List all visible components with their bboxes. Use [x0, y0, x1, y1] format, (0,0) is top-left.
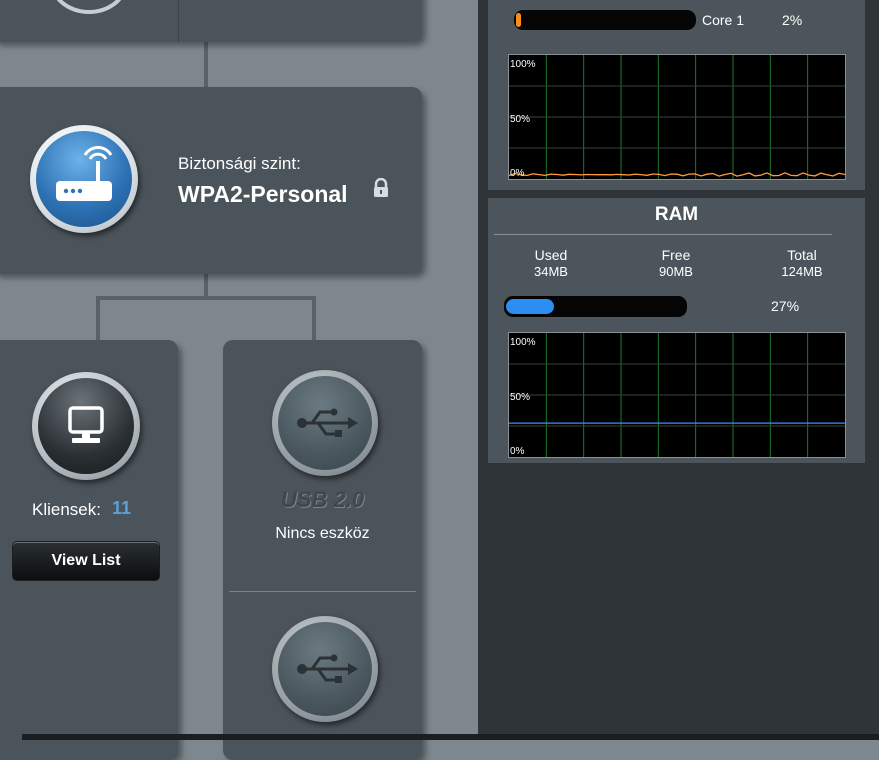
ram-free-label: Free [661, 247, 691, 263]
security-value: WPA2-Personal [178, 181, 348, 207]
cpu-graph-label-0: 0% [510, 168, 525, 179]
usb-port2-icon[interactable] [272, 616, 378, 722]
cpu-graph: 100% 50% 0% [508, 54, 846, 180]
ram-total-value: 124MB [781, 264, 823, 279]
ram-title-divider [494, 234, 832, 235]
router-icon[interactable] [30, 125, 138, 233]
ram-graph: 100% 50% 0% [508, 332, 846, 458]
divider [178, 0, 179, 42]
security-panel[interactable]: Biztonsági szint: WPA2-Personal [0, 87, 422, 274]
ram-graph-label-100: 100% [510, 337, 536, 348]
internet-status-icon [50, 0, 128, 14]
ram-used-value: 34MB [534, 264, 568, 279]
cpu-usage-bar [514, 10, 696, 30]
internet-panel [0, 0, 422, 42]
connector-top [204, 42, 208, 88]
ram-graph-label-0: 0% [510, 446, 525, 457]
clients-count[interactable]: 11 [112, 498, 131, 519]
ram-graph-label-50: 50% [510, 392, 531, 403]
usb-port1-status: Nincs eszköz [275, 525, 370, 542]
cpu-graph-label-50: 50% [510, 114, 531, 125]
connector-mid [204, 274, 208, 298]
ram-panel: RAM Used 34MB Free 90MB Total 124MB 27% … [488, 198, 865, 463]
usb-port1-label: USB 2.0 [280, 487, 365, 512]
view-list-button[interactable]: View List [12, 541, 160, 581]
usb-panel[interactable]: USB 2.0 Nincs eszköz [223, 340, 422, 760]
cpu-graph-label-100: 100% [510, 59, 536, 70]
bottom-bar [22, 734, 879, 740]
clients-panel[interactable]: Kliensek: 11 View List [0, 340, 178, 760]
ram-used-label: Used [534, 247, 568, 263]
cpu-core-label: Core 1 [702, 12, 745, 28]
cpu-percent: 2% [782, 12, 803, 28]
lock-icon [372, 177, 390, 198]
ram-total-label: Total [787, 247, 817, 263]
view-list-label: View List [51, 552, 121, 569]
security-label: Biztonsági szint: [178, 154, 301, 173]
monitor-icon[interactable] [32, 372, 140, 480]
connector-left [96, 296, 100, 342]
clients-label: Kliensek: [32, 500, 101, 519]
cpu-panel: Core 1 2% 100% 50% 0% [488, 0, 865, 190]
ram-percent: 27% [771, 298, 800, 314]
ram-usage-bar [504, 296, 687, 317]
cpu-usage-bar-fill [516, 13, 521, 27]
connector-horizontal [96, 296, 316, 300]
cpu-graph-usage-line [509, 172, 845, 177]
usb-divider [229, 591, 416, 592]
ram-free-value: 90MB [659, 264, 693, 279]
ram-usage-bar-fill [506, 299, 555, 314]
connector-right [312, 296, 316, 342]
usb-port1-icon[interactable] [272, 370, 378, 476]
ram-title: RAM [654, 204, 699, 225]
